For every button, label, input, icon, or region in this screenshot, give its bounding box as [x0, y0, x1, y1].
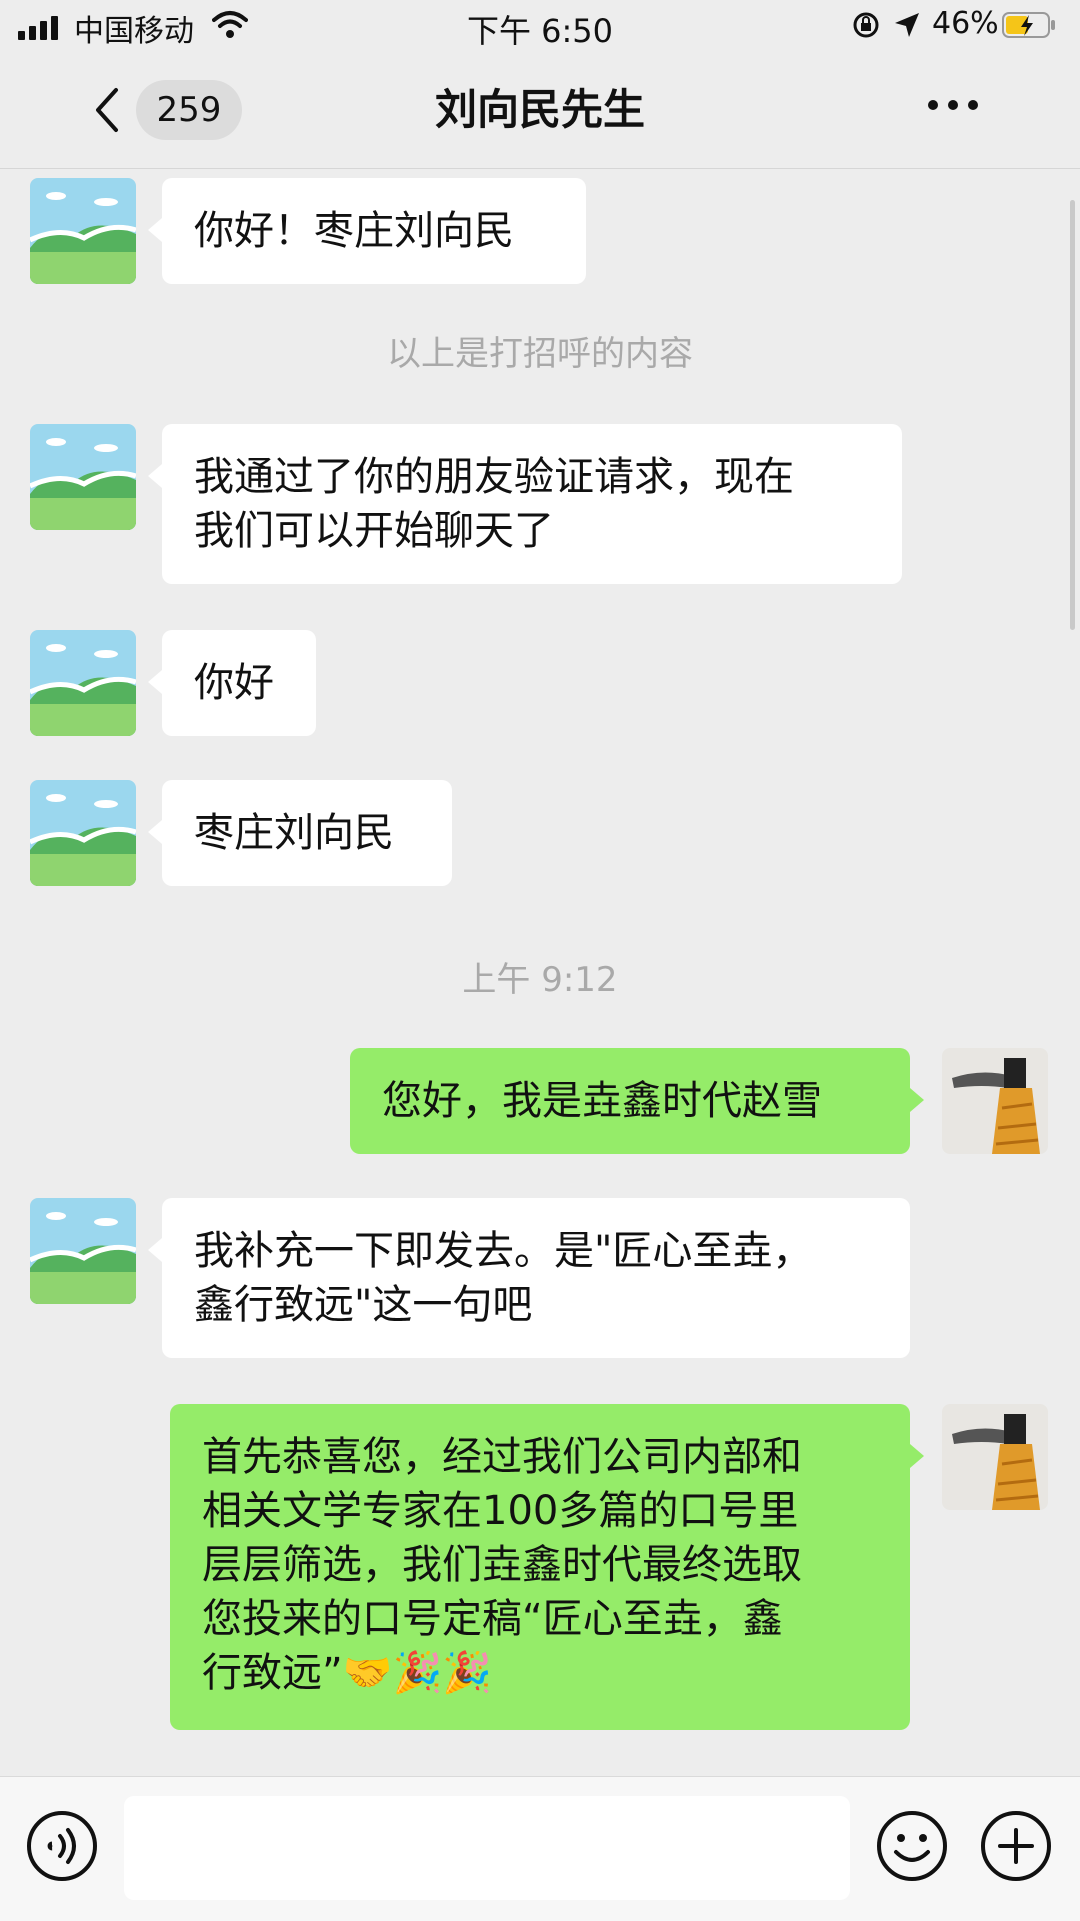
location-icon [895, 13, 919, 37]
voice-icon[interactable] [26, 1810, 98, 1882]
battery-percent: 46% [932, 6, 999, 41]
contact-avatar[interactable] [30, 178, 136, 284]
message-text-line: 相关文学专家在100多篇的口号里 [202, 1488, 799, 1534]
message-text-line: 鑫行致远"这一句吧 [194, 1282, 533, 1328]
emoji-icon[interactable] [876, 1810, 948, 1882]
chat-title: 刘向民先生 [434, 85, 645, 134]
message-bubble-received[interactable]: 枣庄刘向民 [148, 780, 452, 886]
message-text-line: 行致远”🤝🎉🎉 [202, 1650, 493, 1696]
battery-charging-icon [1002, 12, 1055, 38]
message-input[interactable] [124, 1796, 850, 1900]
message-bubble-sent[interactable]: 首先恭喜您，经过我们公司内部和 相关文学专家在100多篇的口号里 层层筛选，我们… [170, 1404, 924, 1730]
message-text-line: 首先恭喜您，经过我们公司内部和 [202, 1434, 802, 1480]
message-text: 枣庄刘向民 [194, 810, 394, 856]
message-text-line: 我们可以开始聊天了 [194, 508, 554, 554]
scrollbar[interactable] [1070, 200, 1075, 630]
message-text: 你好 [194, 660, 274, 706]
plus-icon[interactable] [980, 1810, 1052, 1882]
message-text-line: 您投来的口号定稿“匠心至垚，鑫 [202, 1596, 783, 1642]
message-bubble-received[interactable]: 你好 [148, 630, 316, 736]
my-avatar[interactable] [942, 1404, 1048, 1510]
contact-avatar[interactable] [30, 424, 136, 530]
message-timestamp: 上午 9:12 [462, 960, 618, 1000]
more-icon[interactable] [928, 100, 980, 116]
message-text-line: 我补充一下即发去。是"匠心至垚， [194, 1228, 813, 1274]
message-bubble-received[interactable]: 我通过了你的朋友验证请求，现在 我们可以开始聊天了 [148, 424, 902, 584]
message-bubble-received[interactable]: 我补充一下即发去。是"匠心至垚， 鑫行致远"这一句吧 [148, 1198, 910, 1358]
message-text: 您好，我是垚鑫时代赵雪 [382, 1078, 822, 1124]
message-text-line: 层层筛选，我们垚鑫时代最终选取 [202, 1542, 802, 1588]
system-notice: 以上是打招呼的内容 [387, 334, 693, 374]
message-text: 你好！枣庄刘向民 [194, 208, 514, 254]
rotation-lock-icon [853, 12, 879, 38]
my-avatar[interactable] [942, 1048, 1048, 1154]
message-bubble-sent[interactable]: 您好，我是垚鑫时代赵雪 [350, 1048, 924, 1154]
message-text-line: 我通过了你的朋友验证请求，现在 [194, 454, 794, 500]
contact-avatar[interactable] [30, 1198, 136, 1304]
message-bubble-received[interactable]: 你好！枣庄刘向民 [148, 178, 586, 284]
contact-avatar[interactable] [30, 780, 136, 886]
contact-avatar[interactable] [30, 630, 136, 736]
